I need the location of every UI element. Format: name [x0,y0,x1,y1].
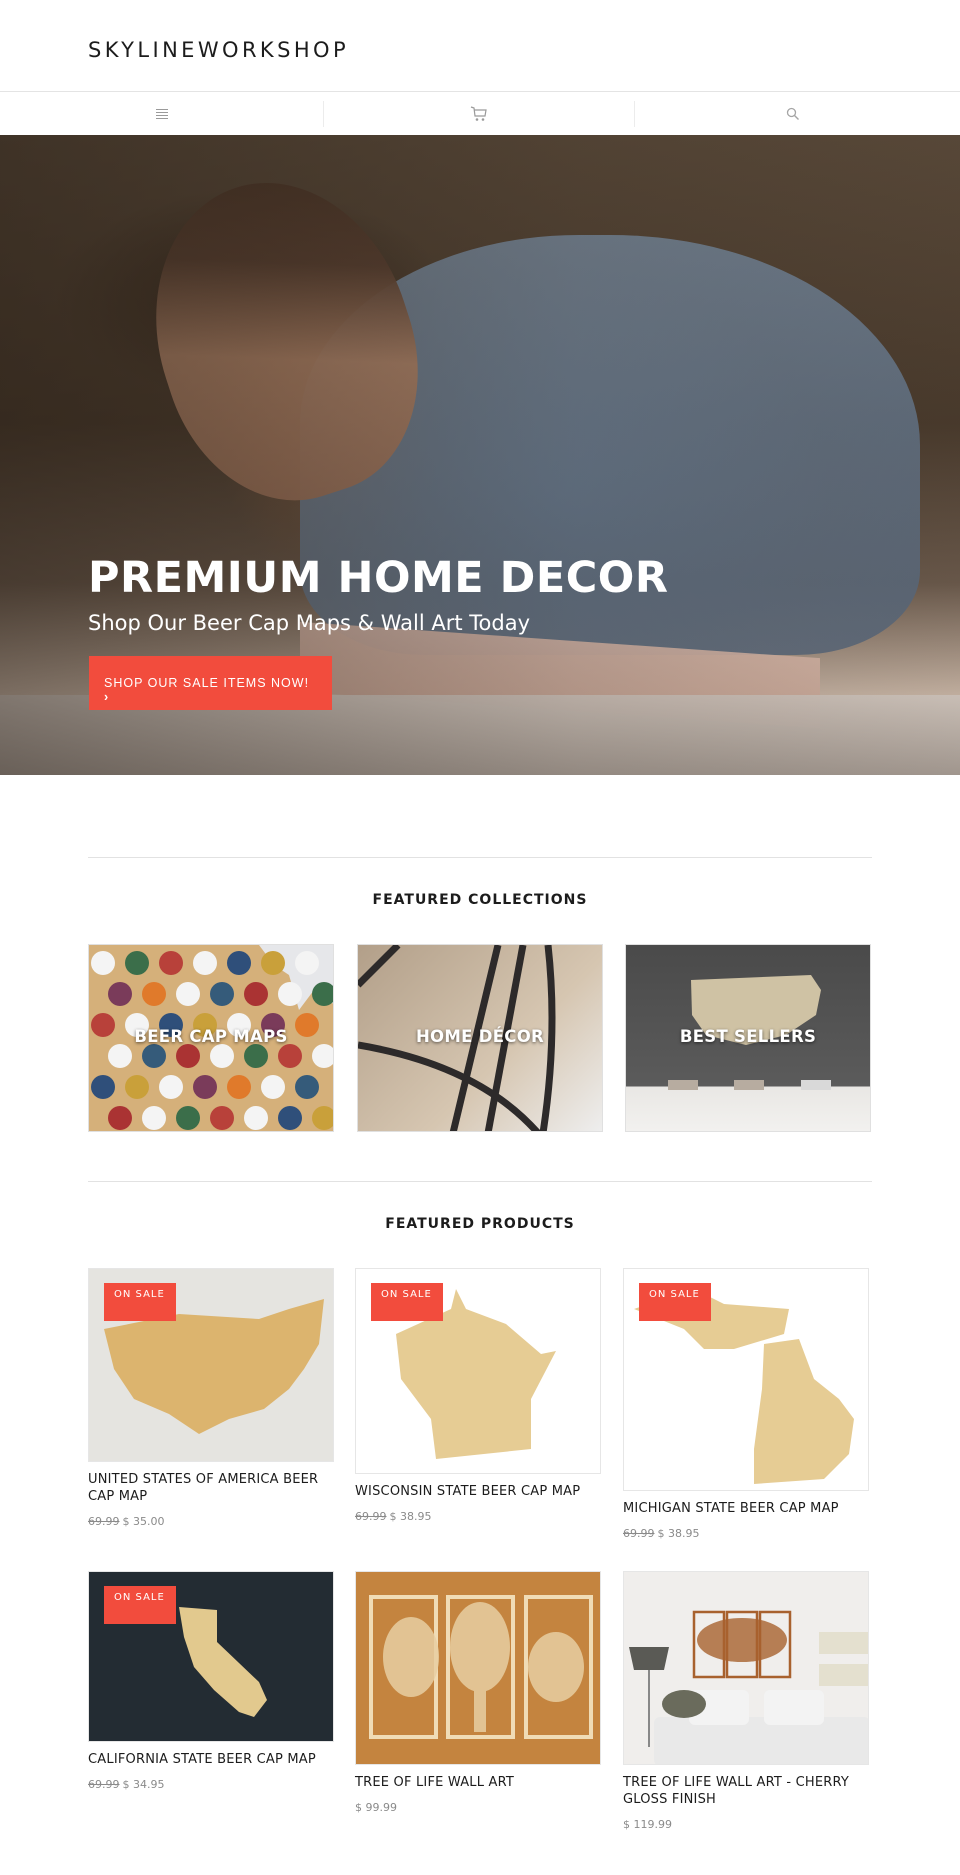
hero-subtitle: Shop Our Beer Cap Maps & Wall Art Today [88,611,530,635]
beer-cap [108,1106,132,1130]
compare-price: 69.99 [623,1527,655,1540]
beer-cap [176,982,200,1006]
beer-cap [278,982,302,1006]
section-divider [88,857,872,858]
product-price: $ 119.99 [623,1818,869,1831]
product-name[interactable]: CALIFORNIA STATE BEER CAP MAP [88,1751,334,1768]
product-price: 69.99 $ 34.95 [88,1778,334,1791]
product-card[interactable]: ON SALE MICHIGAN STATE BEER CAP MAP 69.9… [623,1268,869,1540]
beer-cap [176,1044,200,1068]
menu-button[interactable] [0,101,323,127]
product-name[interactable]: TREE OF LIFE WALL ART [355,1774,601,1791]
on-sale-badge: ON SALE [371,1283,443,1321]
beer-cap [193,1075,217,1099]
product-image: ON SALE [623,1268,869,1491]
collection-label: BEST SELLERS [679,1027,817,1046]
collection-home-decor[interactable]: HOME DÉCOR [357,944,603,1132]
product-price: 69.99 $ 38.95 [623,1527,869,1540]
compare-price: 69.99 [88,1515,120,1528]
beer-cap [108,982,132,1006]
beer-cap [227,1075,251,1099]
collection-label: HOME DÉCOR [415,1027,545,1046]
cart-button[interactable] [323,101,634,127]
product-price: 69.99 $ 35.00 [88,1515,334,1528]
beer-cap [210,1044,234,1068]
product-name[interactable]: WISCONSIN STATE BEER CAP MAP [355,1483,601,1500]
beer-cap [261,951,285,975]
product-price: $ 99.99 [355,1801,601,1814]
product-card[interactable]: ON SALE UNITED STATES OF AMERICA BEER CA… [88,1268,334,1528]
sale-price: $ 35.00 [122,1515,165,1528]
compare-price: 69.99 [355,1510,387,1523]
product-card[interactable]: ON SALE CALIFORNIA STATE BEER CAP MAP 69… [88,1571,334,1791]
site-logo[interactable]: SKYLINEWORKSHOP [88,38,349,62]
search-icon [786,107,799,120]
product-card[interactable]: TREE OF LIFE WALL ART $ 99.99 [355,1571,601,1814]
on-sale-badge: ON SALE [104,1586,176,1624]
sale-price: $ 38.95 [657,1527,700,1540]
product-card[interactable]: TREE OF LIFE WALL ART - CHERRY GLOSS FIN… [623,1571,869,1831]
tree-of-life-image [369,1595,593,1739]
sale-price: $ 38.95 [389,1510,432,1523]
product-image: ON SALE [88,1268,334,1462]
beer-cap [142,1106,166,1130]
beer-cap [159,951,183,975]
beer-cap [142,982,166,1006]
product-image: ON SALE [88,1571,334,1742]
nav-bar [0,93,960,135]
on-sale-badge: ON SALE [104,1283,176,1321]
product-image [623,1571,869,1765]
compare-price: 69.99 [88,1778,120,1791]
featured-products-title: FEATURED PRODUCTS [385,1216,575,1232]
beer-cap [108,1044,132,1068]
search-button[interactable] [634,101,950,127]
section-divider [88,1181,872,1182]
product-name[interactable]: MICHIGAN STATE BEER CAP MAP [623,1500,869,1517]
chevron-right-icon: › [104,689,110,704]
sale-price: $ 34.95 [122,1778,165,1791]
product-price: 69.99 $ 38.95 [355,1510,601,1523]
product-image: ON SALE [355,1268,601,1474]
product-name[interactable]: UNITED STATES OF AMERICA BEER CAP MAP [88,1471,334,1505]
cart-icon [470,106,487,121]
beer-cap [176,1106,200,1130]
collection-beer-cap-maps[interactable]: BEER CAP MAPS [88,944,334,1132]
site-header: SKYLINEWORKSHOP [0,0,960,92]
shop-sale-button[interactable]: SHOP OUR SALE ITEMS NOW! › [89,656,332,710]
product-card[interactable]: ON SALE WISCONSIN STATE BEER CAP MAP 69.… [355,1268,601,1523]
beer-cap [159,1075,183,1099]
menu-icon [155,109,168,119]
collection-label: BEER CAP MAPS [134,1027,288,1046]
beer-cap [193,951,217,975]
shop-sale-button-label: SHOP OUR SALE ITEMS NOW! [104,675,310,690]
product-price-value: $ 99.99 [355,1801,397,1814]
beer-cap [295,1075,319,1099]
beer-cap [210,982,234,1006]
beer-cap [244,982,268,1006]
collection-best-sellers[interactable]: BEST SELLERS [625,944,871,1132]
beer-cap [125,951,149,975]
product-image [355,1571,601,1765]
on-sale-badge: ON SALE [639,1283,711,1321]
beer-cap [91,1075,115,1099]
beer-cap [125,1075,149,1099]
beer-cap [278,1044,302,1068]
featured-collections-title: FEATURED COLLECTIONS [372,892,588,908]
beer-cap [244,1106,268,1130]
beer-cap [91,951,115,975]
hero-title: PREMIUM HOME DECOR [88,553,669,603]
product-name[interactable]: TREE OF LIFE WALL ART - CHERRY GLOSS FIN… [623,1774,869,1808]
beer-cap [261,1075,285,1099]
product-price-value: $ 119.99 [623,1818,672,1831]
beer-cap [142,1044,166,1068]
beer-cap [295,951,319,975]
beer-cap [278,1106,302,1130]
beer-cap [244,1044,268,1068]
beer-cap [227,951,251,975]
beer-cap [210,1106,234,1130]
tree-of-life-cherry-image [629,1610,868,1764]
